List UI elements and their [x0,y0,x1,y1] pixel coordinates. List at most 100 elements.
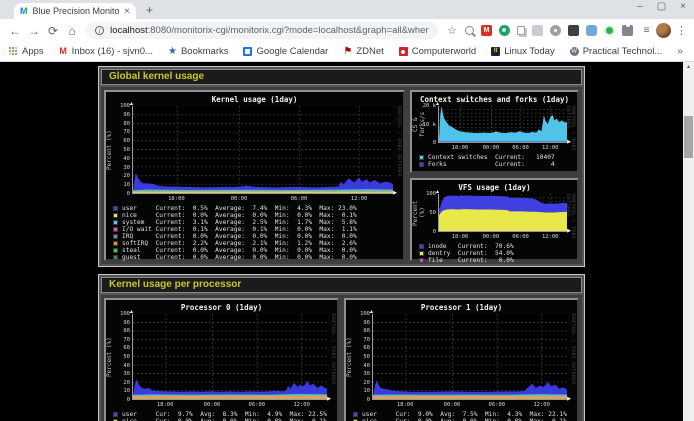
gmail-icon: M [59,47,68,56]
bookmark-zdnet[interactable]: ⚑ ZDNet [343,46,383,57]
legend-swatch [113,213,118,218]
back-icon[interactable]: ← [7,25,23,37]
legend-swatch [353,412,358,417]
profile-avatar[interactable] [656,23,671,38]
browser-menu-icon[interactable]: ⋮ [676,24,687,37]
legend-swatch [113,412,118,417]
chart-title: Processor 0 (1day) [106,303,337,312]
kernel-usage-graph[interactable]: Kernel usage (1day) Percent (%) 10090807… [104,90,405,261]
chart-title: Kernel usage (1day) [106,95,403,104]
rrdtool-watermark: RRDTOOL / TOBI OETIKER [396,106,401,177]
bookmark-computerworld[interactable]: Computerworld [399,46,476,57]
processor-1-graph[interactable]: Processor 1 (1day) Percent (%) 100908070… [344,298,579,421]
y-axis-ticks: 1009080706050403020100 [115,106,132,194]
section-kernel-usage-per-processor: Kernel usage per processor Processor 0 (… [98,274,585,421]
legend-swatch [113,255,118,260]
legend-swatch [113,234,118,239]
site-info-icon[interactable]: i [95,26,104,35]
copy-pages-extension-icon[interactable] [517,26,525,35]
section-global-kernel-usage: Global kernel usage Kernel usage (1day) … [98,66,585,267]
bookmarks-overflow-chevron[interactable]: » [677,46,683,57]
context-switches-graph[interactable]: Context switches and forks (1day) CS & f… [410,90,579,173]
legend-row: dentry Current: 54.0% [419,250,573,257]
legend-row: Context switches Current: 10407 [419,154,573,161]
window-minimize-button[interactable]: – [637,2,643,12]
window-maximize-button[interactable]: ▢ [657,2,666,12]
legend-swatch [419,258,424,263]
bookmark-inbox[interactable]: M Inbox (16) - sjvn0... [59,46,153,57]
gmail-extension-icon[interactable]: M [481,25,492,36]
extensions-puzzle-icon[interactable] [622,25,633,36]
x-axis-ticks: 18:0000:0006:0012:00 [438,233,567,241]
legend-row: guest Current: 0.0% Average: 0.0% Min: 0… [113,254,399,261]
tab-title: Blue Precision Monitorix [33,6,120,16]
y-axis-ticks: 1009080706050403020100 [115,314,132,400]
processor-0-graph[interactable]: Processor 0 (1day) Percent (%) 100908070… [104,298,339,421]
legend-row: IRQ Current: 0.0% Average: 0.0% Min: 0.0… [113,233,399,240]
dark-extension-icon[interactable] [568,25,579,36]
plot-area: ▲▶ [438,106,567,143]
tab-close-icon[interactable]: × [124,6,130,17]
legend-row: Forks Current: 4 [419,161,573,168]
globe-extension-icon[interactable] [499,25,510,36]
rrdtool-watermark: RRDTOOL / TOBI OETIKER [570,314,575,385]
page-content: Global kernel usage Kernel usage (1day) … [0,62,694,421]
reading-list-icon[interactable]: ≡ [640,25,653,36]
plot-area: ▲▶ [132,314,327,400]
legend-row: nice Current: 0.0% Average: 0.0% Min: 0.… [113,212,399,219]
extension-icons: M ≡ [465,25,653,36]
window-close-button[interactable]: × [680,2,686,12]
bookmark-practical-technology[interactable]: W Practical Technol... [570,46,663,57]
legend-swatch [113,220,118,225]
gray-extension-icon[interactable] [532,25,543,36]
apps-grid-icon [9,47,18,56]
legend-swatch [113,227,118,232]
new-tab-button[interactable]: + [146,3,153,17]
vfs-usage-graph[interactable]: VFS usage (1day) Percent (%) 100500 ▲▶ 1… [410,178,579,261]
scrollbar-thumb[interactable] [684,116,693,158]
home-icon[interactable]: ⌂ [64,25,80,37]
page-scrollbar[interactable]: ▲ [683,62,694,421]
plot-area: ▲▶ [438,194,567,232]
bookmark-linux-today[interactable]: lt Linux Today [491,46,555,57]
y-axis-label: Percent (%) [106,106,115,194]
legend-row: softIRQ Current: 2.2% Average: 2.1% Min:… [113,240,399,247]
bookmark-google-calendar[interactable]: Google Calendar [243,46,328,57]
legend-swatch [113,241,118,246]
x-axis-ticks: 18:0000:0006:0012:00 [132,401,327,409]
bookmark-bookmarks[interactable]: ★ Bookmarks [168,46,229,57]
forward-icon[interactable]: → [26,25,42,37]
y-axis-label: CS & forks/s [412,106,421,143]
legend-row: steal Current: 0.0% Average: 0.0% Min: 0… [113,247,399,254]
media-extension-icon[interactable] [550,25,561,36]
bookmark-star-icon[interactable]: ☆ [447,24,457,37]
chart-legend: user Cur: 9.0% Avg: 7.5% Min: 4.3% Max: … [353,411,573,421]
monitorix-favicon: M [20,7,28,16]
rrdtool-watermark: RRDTOOL / TOBI OETIKER [565,194,575,259]
address-bar[interactable]: i localhost:8080/monitorix-cgi/monitorix… [86,22,438,39]
browser-tab[interactable]: M Blue Precision Monitorix × [14,3,136,19]
plot-area: ▲▶ [132,106,393,194]
zdnet-icon: ⚑ [343,47,352,56]
scrollbar-up-arrow[interactable]: ▲ [683,64,694,70]
legend-row: user Cur: 9.0% Avg: 7.5% Min: 4.3% Max: … [353,411,573,418]
y-axis-ticks: 100500 [421,194,438,232]
green-extension-icon[interactable] [604,25,615,36]
search-extension-icon[interactable] [465,26,474,35]
bookmarks-bar: Apps M Inbox (16) - sjvn0... ★ Bookmarks… [0,42,694,62]
computerworld-icon [399,47,408,56]
chart-legend: user Cur: 9.7% Avg: 8.3% Min: 4.9% Max: … [113,411,333,421]
reload-icon[interactable]: ⟳ [45,25,61,37]
section-title: Global kernel usage [101,69,582,85]
url-text[interactable]: localhost:8080/monitorix-cgi/monitorix.c… [110,25,429,36]
legend-row: file Current: 0.0% [419,257,573,264]
y-axis-ticks: 20 k10 k0 [421,106,438,143]
wordpress-icon: W [570,47,579,56]
y-axis-label: Percent (%) [106,314,115,400]
legend-swatch [113,248,118,253]
chart-title: Processor 1 (1day) [346,303,577,312]
x-axis-ticks: 18:0000:0006:0012:00 [372,401,567,409]
blue-extension-icon[interactable] [586,25,597,36]
bookmark-apps[interactable]: Apps [9,46,44,57]
chart-legend: user Current: 0.5% Average: 7.4% Min: 4.… [113,205,399,261]
